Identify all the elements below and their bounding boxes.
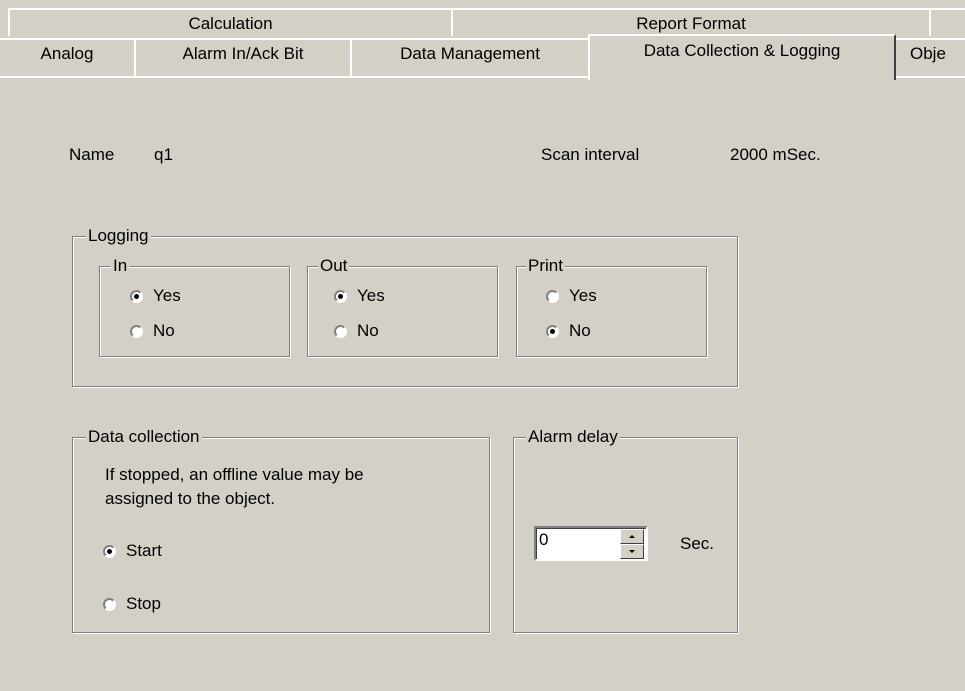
name-value: q1 (154, 145, 173, 164)
alarm-delay-stepper[interactable]: 0 (534, 526, 648, 561)
radio-checked-icon (103, 544, 116, 558)
radio-label: No (153, 321, 175, 340)
data-collection-note-line1: If stopped, an offline value may be (105, 465, 364, 484)
data-collection-start-radio[interactable]: Start (103, 541, 162, 561)
logging-out-yes-radio[interactable]: Yes (334, 286, 385, 306)
tab-report-format[interactable]: Report Format (451, 8, 931, 36)
arrow-up-icon (629, 535, 635, 538)
tab-objects[interactable]: Obje (894, 38, 965, 76)
alarm-delay-value[interactable]: 0 (539, 530, 548, 550)
spin-up-button[interactable] (620, 529, 644, 544)
radio-unchecked-icon (103, 597, 116, 611)
scan-interval-value: 2000 mSec. (730, 145, 821, 164)
radio-label: No (357, 321, 379, 340)
logging-out-title: Out (318, 256, 350, 276)
alarm-delay-unit: Sec. (680, 534, 715, 553)
tab-page-edge (0, 76, 590, 78)
logging-print-title: Print (526, 256, 565, 276)
logging-print-yes-radio[interactable]: Yes (546, 286, 597, 306)
radio-unchecked-icon (130, 324, 143, 338)
tab-calculation[interactable]: Calculation (8, 8, 453, 36)
logging-out-no-radio[interactable]: No (334, 321, 379, 341)
logging-title: Logging (86, 226, 151, 246)
data-collection-note-line2: assigned to the object. (105, 489, 276, 508)
radio-unchecked-icon (334, 324, 347, 338)
alarm-delay-title: Alarm delay (526, 427, 620, 447)
tab-data-management[interactable]: Data Management (350, 38, 590, 76)
scan-interval-label: Scan interval (541, 145, 640, 164)
tab-page-edge-right (896, 76, 965, 78)
logging-print-no-radio[interactable]: No (546, 321, 591, 341)
data-collection-stop-radio[interactable]: Stop (103, 594, 161, 614)
data-collection-title: Data collection (86, 427, 202, 447)
tab-alarm-in-ack-bit[interactable]: Alarm In/Ack Bit (134, 38, 352, 76)
radio-label: Stop (126, 594, 161, 613)
logging-in-group (99, 266, 290, 357)
tab-data-collection-logging[interactable]: Data Collection & Logging (588, 34, 896, 80)
arrow-down-icon (629, 550, 635, 553)
tab-back-extra[interactable] (929, 8, 965, 36)
radio-label: Start (126, 541, 162, 560)
logging-in-no-radio[interactable]: No (130, 321, 175, 341)
tab-analog[interactable]: Analog (0, 38, 136, 76)
logging-in-title: In (111, 256, 130, 276)
logging-out-group (307, 266, 498, 357)
radio-checked-icon (130, 289, 143, 303)
radio-checked-icon (334, 289, 347, 303)
radio-label: No (569, 321, 591, 340)
logging-in-yes-radio[interactable]: Yes (130, 286, 181, 306)
name-label: Name (69, 145, 115, 164)
spin-down-button[interactable] (620, 544, 644, 559)
radio-label: Yes (357, 286, 385, 305)
radio-checked-icon (546, 324, 559, 338)
radio-label: Yes (153, 286, 181, 305)
radio-unchecked-icon (546, 289, 559, 303)
logging-print-group (516, 266, 707, 357)
radio-label: Yes (569, 286, 597, 305)
